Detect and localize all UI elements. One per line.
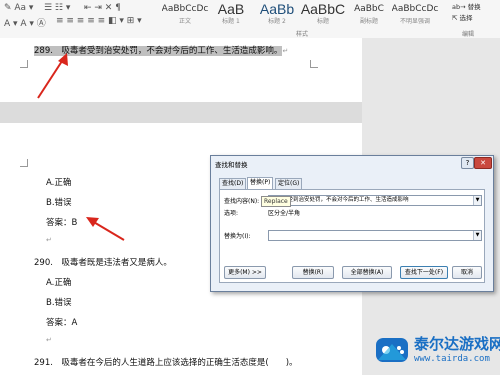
answer-value[interactable]: B <box>72 218 78 228</box>
style-preview: AaBbCcDc <box>392 4 438 14</box>
style-preview: AaBb <box>259 2 295 17</box>
style-normal[interactable]: AaBbCcDc 正文 <box>162 2 208 28</box>
watermark-logo-icon <box>376 338 408 362</box>
find-input[interactable]: 吸毒者受到治安处罚，不会对今后的工作、生活造成影响 ▼ <box>268 195 482 206</box>
select-icon: ⇱ <box>452 14 458 22</box>
list-icon[interactable]: ☰ ☷ ▾ <box>44 3 70 13</box>
find-next-button[interactable]: 查找下一处(F) <box>400 266 448 279</box>
answer-line[interactable]: 答案：B <box>46 216 77 228</box>
tab-find[interactable]: 查找(D) <box>219 178 247 189</box>
option-a[interactable]: A.正确 <box>46 276 71 288</box>
replace-label: 替换 <box>467 3 481 11</box>
options-label: 选项: <box>224 210 239 217</box>
editing-group-label: 编辑 <box>462 31 475 38</box>
replace-button[interactable]: ab→ 替换 <box>452 2 498 13</box>
align-icon[interactable]: ≡ ≡ ≡ ≡ ≡ <box>56 16 105 26</box>
option-a[interactable]: A.正确 <box>46 176 71 188</box>
select-button[interactable]: ⇱ 选择 <box>452 13 498 24</box>
red-arrow-icon <box>37 53 68 99</box>
replace-all-button[interactable]: 全部替换(A) <box>342 266 392 279</box>
style-preview: AaBbC <box>300 2 346 17</box>
cancel-button[interactable]: 取消 <box>452 266 482 279</box>
style-label: 标题 2 <box>268 18 286 25</box>
tab-goto[interactable]: 定位(G) <box>275 178 303 189</box>
replace-icon: ab→ <box>452 3 466 11</box>
tab-replace[interactable]: 替换(P) <box>247 177 274 189</box>
tooltip: Replace <box>261 196 291 207</box>
style-heading-1[interactable]: AaB 标题 1 <box>208 2 254 28</box>
question-290[interactable]: 290. 吸毒者既是违法者又是病人。 <box>34 256 172 268</box>
page-margin-mark <box>20 159 28 167</box>
style-label: 不明显强调 <box>399 18 430 25</box>
answer-line[interactable]: 答案：A <box>46 316 77 328</box>
answer-label: 答案： <box>46 218 72 228</box>
option-b[interactable]: B.错误 <box>46 196 72 208</box>
style-heading-2[interactable]: AaBb 标题 2 <box>254 2 300 28</box>
chevron-down-icon[interactable]: ▼ <box>473 196 481 205</box>
watermark-title: 泰尔达游戏网 <box>414 335 500 353</box>
shading-icon[interactable]: ◧ ▾ ⊞ ▾ <box>108 16 142 26</box>
question-291[interactable]: 291. 吸毒者在今后的人生道路上应该选择的正确生活态度是( )。 <box>34 356 298 368</box>
style-label: 副标题 <box>359 18 378 25</box>
style-preview: AaBbCcDc <box>162 4 208 14</box>
font-color-icon[interactable]: A ▾ A ▾ Ⓐ <box>4 16 46 29</box>
close-button[interactable]: ✕ <box>474 157 492 169</box>
font-paragraph-tools: ✎ Aa ▾ ☰ ☷ ▾ ⇤ ⇥ ✕ ¶ A ▾ A ▾ Ⓐ ≡ ≡ ≡ ≡ ≡… <box>4 3 154 33</box>
styles-gallery: AaBbCcDc 正文 AaB 标题 1 AaBb 标题 2 AaBbC 标题 AaBb… <box>162 2 442 28</box>
more-button[interactable]: 更多(M) >> <box>224 266 266 279</box>
dialog-title: 查找和替换 <box>215 161 248 169</box>
style-title[interactable]: AaBbC 标题 <box>300 2 346 28</box>
help-button[interactable]: ? <box>461 157 474 169</box>
style-preview: AaBbC <box>354 4 384 14</box>
chevron-down-icon[interactable]: ▼ <box>473 231 481 240</box>
styles-group-label: 样式 <box>296 31 309 38</box>
paragraph-mark: ↵ <box>282 47 289 55</box>
watermark: 泰尔达游戏网 www.tairda.com <box>372 330 500 372</box>
replace-button[interactable]: 替换(R) <box>292 266 334 279</box>
find-replace-dialog[interactable]: 查找和替换 ? ✕ 查找(D) 替换(P) 定位(G) 查找内容(N): 吸毒者… <box>210 155 494 292</box>
find-label: 查找内容(N): <box>224 198 260 205</box>
page-margin-mark <box>310 60 318 68</box>
replace-input[interactable]: ▼ <box>268 230 482 241</box>
ribbon: ✎ Aa ▾ ☰ ☷ ▾ ⇤ ⇥ ✕ ¶ A ▾ A ▾ Ⓐ ≡ ≡ ≡ ≡ ≡… <box>0 0 500 39</box>
style-preview: AaB <box>217 2 245 17</box>
paragraph-mark: ↵ <box>46 236 52 244</box>
style-subtle-emphasis[interactable]: AaBbCcDc 不明显强调 <box>392 2 438 28</box>
editing-group: ab→ 替换 ⇱ 选择 <box>452 2 498 24</box>
replace-panel: 查找内容(N): 吸毒者受到治安处罚，不会对今后的工作、生活造成影响 ▼ Repl… <box>219 189 485 283</box>
replace-label: 替换为(I): <box>224 233 251 240</box>
select-label: 选择 <box>459 14 473 22</box>
red-arrow-icon <box>86 217 125 241</box>
format-icon[interactable]: ✎ Aa ▾ <box>4 3 33 13</box>
style-label: 标题 1 <box>222 18 240 25</box>
indent-icon[interactable]: ⇤ ⇥ ✕ ¶ <box>84 3 121 13</box>
paragraph-mark: ↵ <box>46 336 52 344</box>
style-label: 标题 <box>316 18 329 25</box>
style-subtitle[interactable]: AaBbC 副标题 <box>346 2 392 28</box>
watermark-url: www.tairda.com <box>414 354 490 364</box>
page-margin-mark <box>20 60 28 68</box>
find-value: 吸毒者受到治安处罚，不会对今后的工作、生活造成影响 <box>271 197 409 203</box>
style-label: 正文 <box>178 18 191 25</box>
options-value: 区分全/半角 <box>268 210 301 217</box>
option-b[interactable]: B.错误 <box>46 296 72 308</box>
